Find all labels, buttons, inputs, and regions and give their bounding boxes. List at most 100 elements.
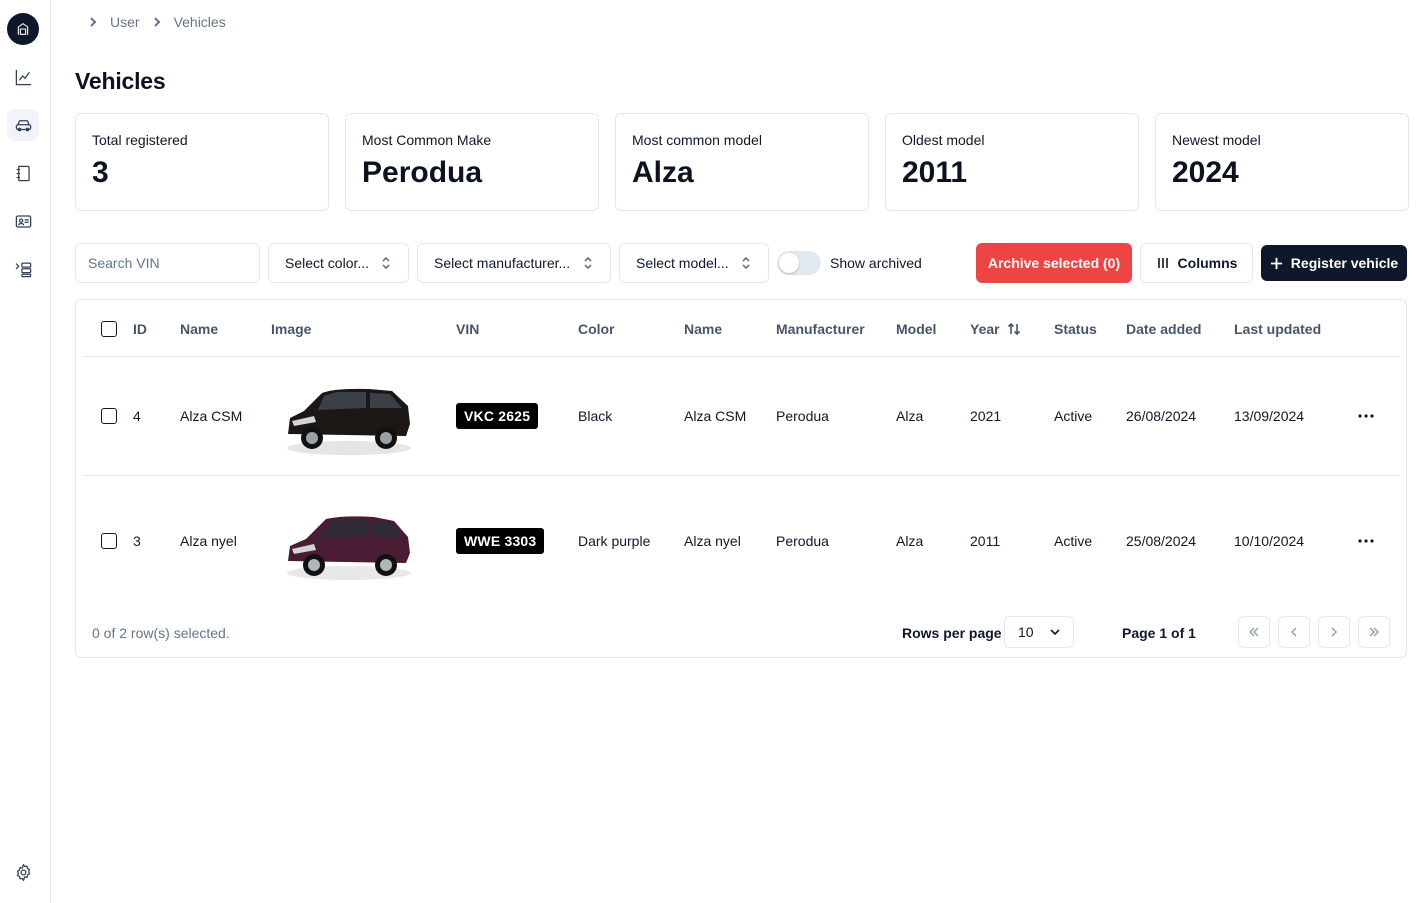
sort-arrows-icon[interactable] — [1007, 322, 1021, 336]
stat-label: Most Common Make — [362, 132, 492, 148]
chevron-right-icon — [90, 17, 97, 27]
cell-model: Alza — [896, 408, 924, 424]
stat-value: 2011 — [902, 156, 968, 189]
select-all-checkbox[interactable] — [101, 320, 117, 337]
stat-card-oldest-model: Oldest model 2011 — [885, 113, 1139, 211]
cell-last-updated: 10/10/2024 — [1234, 533, 1305, 549]
cell-last-updated: 13/09/2024 — [1234, 408, 1305, 424]
header-name[interactable]: Name — [180, 300, 218, 357]
model-select[interactable]: Select model... — [619, 243, 769, 283]
register-vehicle-button[interactable]: Register vehicle — [1261, 245, 1407, 281]
car-image — [287, 388, 411, 455]
rows-per-page-label: Rows per page — [902, 625, 1002, 641]
header-vin[interactable]: VIN — [456, 300, 479, 357]
toolbar: Select color... Select manufacturer... S… — [75, 243, 1407, 283]
more-actions-icon[interactable] — [1358, 357, 1374, 475]
next-page-button[interactable] — [1318, 616, 1350, 648]
chevron-down-icon — [1050, 629, 1060, 636]
header-date-added[interactable]: Date added — [1126, 300, 1201, 357]
stat-card-newest-model: Newest model 2024 — [1155, 113, 1409, 211]
vehicle-image — [274, 357, 424, 475]
cell-date-added: 26/08/2024 — [1126, 408, 1197, 424]
last-page-button[interactable] — [1358, 616, 1390, 648]
breadcrumb-item-vehicles: Vehicles — [173, 14, 226, 30]
stat-card-common-make: Most Common Make Perodua — [345, 113, 599, 211]
table-header: ID Name Image VIN Color Name Manufacture… — [84, 300, 1399, 357]
more-actions-icon[interactable] — [1358, 476, 1374, 606]
cell-date-added: 25/08/2024 — [1126, 533, 1197, 549]
search-vin-input[interactable] — [75, 243, 260, 283]
stat-label: Total registered — [92, 132, 188, 148]
chevrons-up-down-icon — [582, 256, 594, 270]
chevrons-up-down-icon — [380, 256, 392, 270]
car-image — [287, 516, 411, 580]
show-archived-toggle[interactable] — [777, 251, 821, 275]
stat-value: Perodua — [362, 156, 483, 189]
notebook-icon[interactable] — [7, 157, 39, 189]
header-status[interactable]: Status — [1054, 300, 1097, 357]
columns-button[interactable]: Columns — [1140, 243, 1253, 283]
cell-status: Active — [1054, 533, 1093, 549]
page-info: Page 1 of 1 — [1122, 625, 1196, 641]
stat-value: 2024 — [1172, 156, 1239, 189]
previous-page-button[interactable] — [1278, 616, 1310, 648]
stat-label: Oldest model — [902, 132, 985, 148]
header-manufacturer[interactable]: Manufacturer — [776, 300, 865, 357]
header-image: Image — [271, 320, 312, 337]
stat-card-total-registered: Total registered 3 — [75, 113, 329, 211]
cell-color: Black — [578, 408, 613, 424]
register-vehicle-label: Register vehicle — [1290, 255, 1399, 271]
table-row: 3 Alza nyel WWE 3303 Dark purple Alza ny… — [84, 476, 1399, 606]
chevron-left-icon — [1290, 627, 1297, 637]
chevrons-right-icon — [1369, 627, 1380, 637]
table-row: 4 Alza CSM VKC 2625 Black Alza CSM Perod… — [84, 357, 1399, 476]
header-model[interactable]: Model — [896, 300, 936, 357]
chevrons-up-down-icon — [740, 256, 752, 270]
settings-gear-icon[interactable] — [7, 856, 39, 888]
cell-manufacturer: Perodua — [776, 408, 829, 424]
vehicles-table: ID Name Image VIN Color Name Manufacture… — [75, 299, 1407, 658]
cell-name: Alza CSM — [180, 408, 243, 424]
cell-name-2: Alza nyel — [684, 533, 741, 549]
cell-id: 3 — [133, 533, 141, 549]
model-select-label: Select model... — [636, 255, 729, 271]
cell-status: Active — [1054, 408, 1093, 424]
row-checkbox[interactable] — [101, 533, 117, 549]
id-card-icon[interactable] — [7, 205, 39, 237]
chevron-right-icon — [153, 17, 160, 27]
chevron-right-icon — [1331, 627, 1338, 637]
row-checkbox[interactable] — [101, 408, 117, 424]
stat-value: Alza — [632, 156, 694, 189]
color-select-label: Select color... — [285, 255, 370, 271]
list-indent-icon[interactable] — [7, 253, 39, 285]
vehicle-image — [274, 476, 424, 606]
archive-selected-button[interactable]: Archive selected (0) — [976, 243, 1132, 283]
breadcrumb-item-user[interactable]: User — [110, 14, 140, 30]
garage-logo-icon[interactable] — [7, 13, 39, 45]
header-id[interactable]: ID — [133, 300, 147, 357]
cell-color: Dark purple — [578, 533, 651, 549]
page-title: Vehicles — [75, 68, 166, 94]
stat-label: Most common model — [632, 132, 762, 148]
header-last-updated[interactable]: Last updated — [1234, 300, 1321, 357]
header-color[interactable]: Color — [578, 300, 615, 357]
rows-per-page-value: 10 — [1018, 624, 1034, 640]
rows-per-page-select[interactable]: 10 — [1004, 616, 1074, 648]
stats-row: Total registered 3 Most Common Make Pero… — [75, 113, 1409, 211]
header-year-label: Year — [970, 320, 1000, 337]
car-icon[interactable] — [7, 109, 39, 141]
header-name-2[interactable]: Name — [684, 300, 722, 357]
toggle-knob — [779, 253, 799, 273]
show-archived-label: Show archived — [830, 255, 922, 271]
header-year[interactable]: Year — [970, 300, 1021, 357]
first-page-button[interactable] — [1238, 616, 1270, 648]
chart-line-icon[interactable] — [7, 61, 39, 93]
manufacturer-select[interactable]: Select manufacturer... — [417, 243, 611, 283]
stat-label: Newest model — [1172, 132, 1261, 148]
columns-icon — [1157, 258, 1168, 268]
color-select[interactable]: Select color... — [268, 243, 409, 283]
chevrons-left-icon — [1248, 627, 1259, 637]
cell-name-2: Alza CSM — [684, 408, 747, 424]
columns-button-label: Columns — [1177, 255, 1238, 271]
vin-plate: WWE 3303 — [456, 528, 545, 554]
